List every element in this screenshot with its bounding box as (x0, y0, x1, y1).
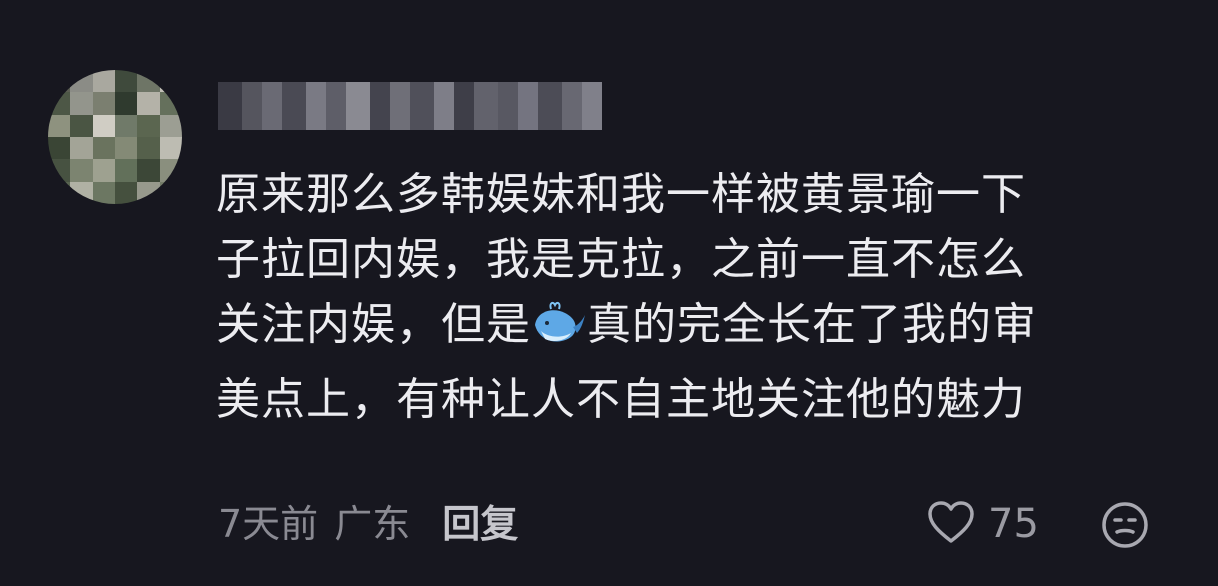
avatar-pixel (159, 181, 182, 204)
username-pixel (562, 82, 582, 130)
comment-line-2: 子拉回内娱，我是克拉，之前一直不怎么 (216, 234, 1026, 285)
username-pixel (242, 82, 262, 130)
avatar-pixel (92, 114, 115, 137)
whale-icon (531, 297, 587, 367)
avatar-pixel (70, 70, 93, 93)
avatar-pixel (92, 181, 115, 204)
avatar-pixel (115, 114, 138, 137)
comment-line-3b: 真的完全长在了我的审 (587, 299, 1037, 350)
avatar-pixel (70, 137, 93, 160)
avatar-pixel (137, 70, 160, 93)
username-pixel (518, 82, 538, 130)
comment-location: 广东 (334, 502, 411, 546)
avatar-pixel (92, 137, 115, 160)
comment-text: 原来那么多韩娱妹和我一样被黄景瑜一下 子拉回内娱，我是克拉，之前一直不怎么 关注… (216, 162, 1176, 432)
username-pixel (218, 82, 242, 130)
avatar-pixel (70, 181, 93, 204)
avatar-pixel (48, 181, 71, 204)
avatar-pixel (70, 92, 93, 115)
avatar-pixel (115, 181, 138, 204)
username-pixel (410, 82, 434, 130)
username-pixel (262, 82, 282, 130)
username-pixel (370, 82, 390, 130)
avatar[interactable] (48, 70, 182, 204)
username-redacted[interactable] (218, 82, 602, 130)
avatar-pixel (159, 92, 182, 115)
comment-line-1: 原来那么多韩娱妹和我一样被黄景瑜一下 (216, 169, 1026, 220)
username-pixel (474, 82, 498, 130)
username-pixel (582, 82, 602, 130)
avatar-pixel (159, 114, 182, 137)
avatar-pixel (70, 159, 93, 182)
reply-button[interactable]: 回复 (442, 500, 518, 548)
avatar-pixel (92, 92, 115, 115)
username-pixel (454, 82, 474, 130)
avatar-pixel (48, 114, 71, 137)
avatar-pixel (48, 92, 71, 115)
avatar-pixel (70, 114, 93, 137)
username-pixel (326, 82, 346, 130)
comment-line-3a: 关注内娱，但是 (216, 299, 531, 350)
avatar-pixel (115, 70, 138, 93)
avatar-pixel (48, 70, 71, 93)
avatar-pixel (115, 137, 138, 160)
avatar-pixel (92, 70, 115, 93)
username-pixel (498, 82, 518, 130)
avatar-pixel (137, 159, 160, 182)
username-pixel (538, 82, 562, 130)
avatar-pixel (115, 159, 138, 182)
username-pixel (306, 82, 326, 130)
avatar-pixel (137, 114, 160, 137)
username-pixel (390, 82, 410, 130)
avatar-pixel (159, 70, 182, 93)
avatar-pixel (48, 159, 71, 182)
avatar-pixel (137, 181, 160, 204)
comment-time: 7天前 (218, 502, 319, 546)
meh-face-icon (1100, 502, 1150, 554)
avatar-pixel (92, 159, 115, 182)
heart-outline-icon (926, 499, 976, 549)
username-pixel (346, 82, 370, 130)
avatar-pixel (48, 137, 71, 160)
comment-meta: 7天前 广东 回复 (218, 500, 518, 548)
like-button[interactable]: 75 (926, 498, 1039, 550)
username-pixel (282, 82, 306, 130)
avatar-pixel (115, 92, 138, 115)
dislike-button[interactable] (1100, 500, 1150, 554)
avatar-pixel (159, 137, 182, 160)
avatar-pixel (137, 137, 160, 160)
comment-line-4: 美点上，有种让人不自主地关注他的魅力 (216, 374, 1026, 425)
like-count: 75 (988, 501, 1039, 547)
avatar-pixel (159, 159, 182, 182)
username-pixel (434, 82, 454, 130)
avatar-pixel (137, 92, 160, 115)
